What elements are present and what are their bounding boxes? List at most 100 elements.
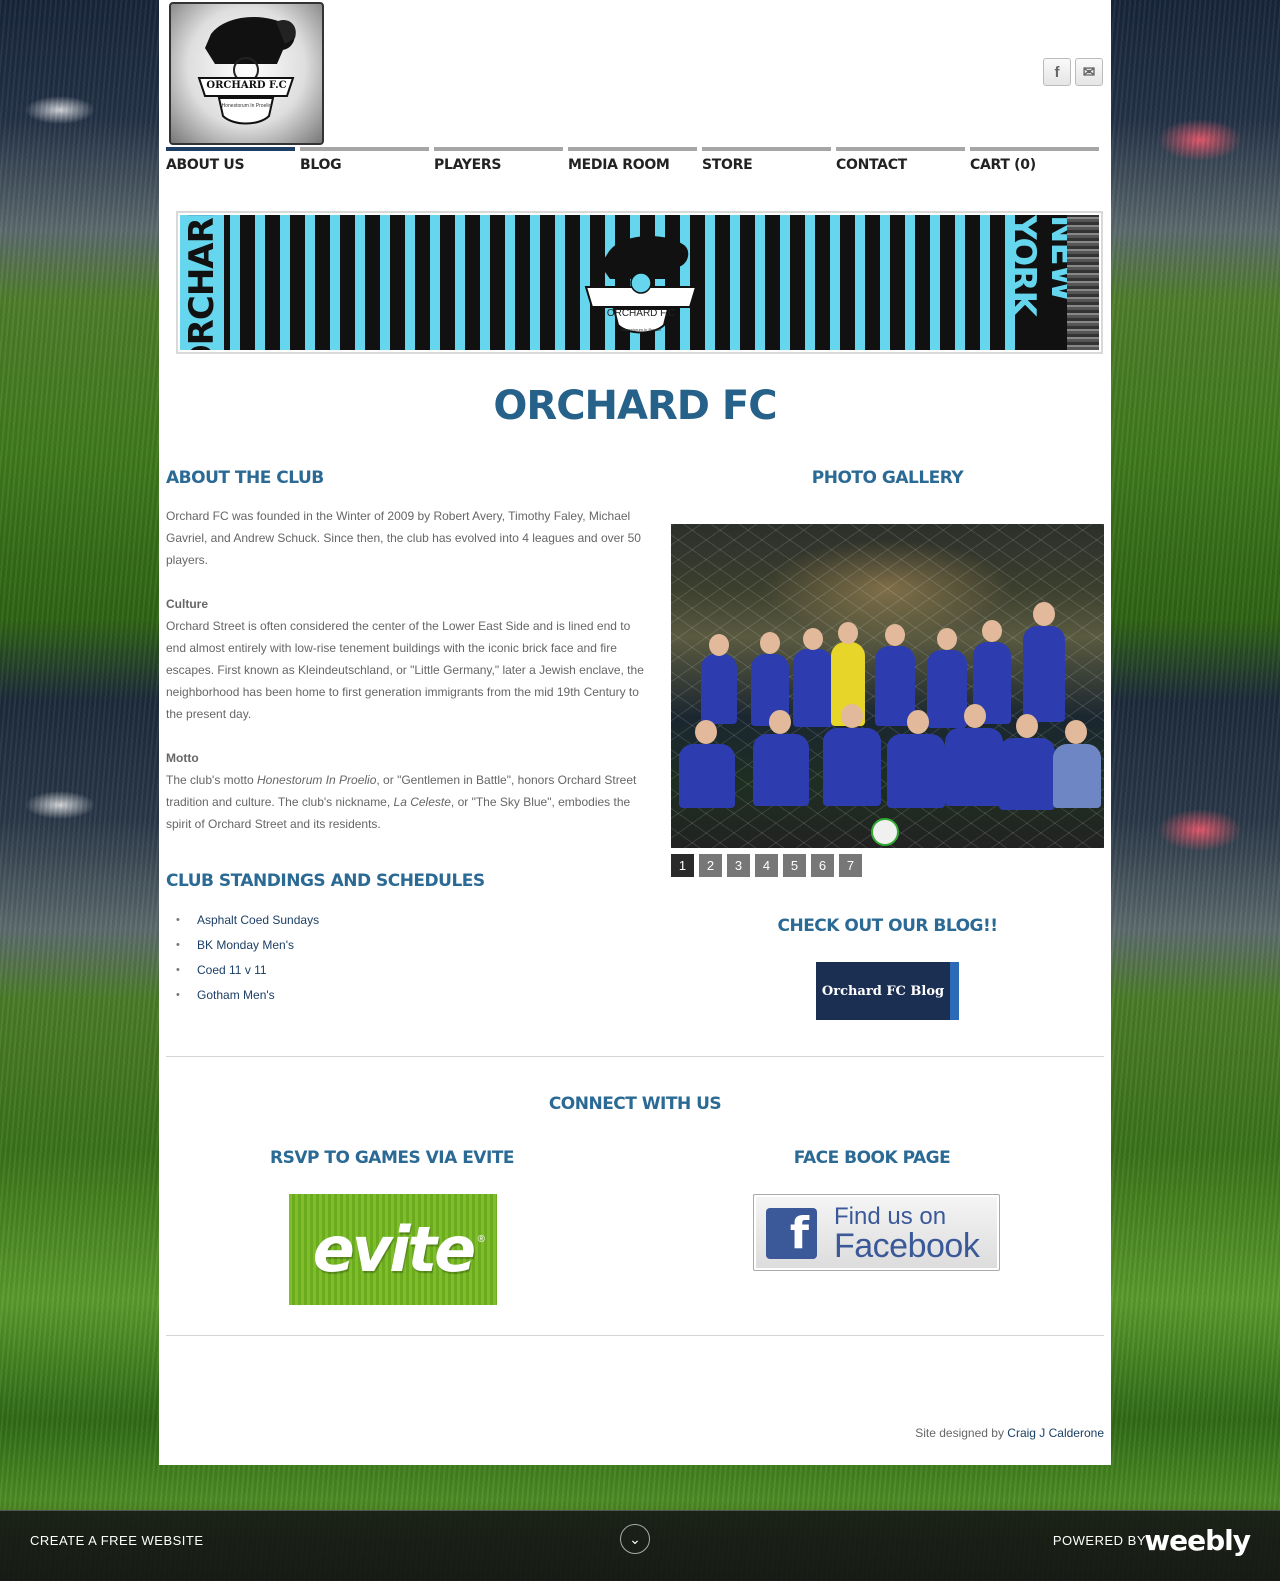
culture-text: Orchard Street is often considered the c…	[166, 619, 644, 721]
player-head	[885, 624, 905, 646]
player-figure	[887, 734, 945, 808]
nav-label: ABOUT US	[166, 157, 245, 173]
gallery-page-6[interactable]: 6	[811, 854, 834, 877]
powered-by-label: POWERED BY	[1052, 1533, 1146, 1548]
player-head	[1016, 714, 1038, 738]
gallery-page-4[interactable]: 4	[755, 854, 778, 877]
weebly-footer-bar: CREATE A FREE WEBSITE ⌄ POWERED BY weebl…	[0, 1510, 1280, 1581]
standings-link-asphalt[interactable]: Asphalt Coed Sundays	[176, 908, 319, 933]
blog-heading: CHECK OUT OUR BLOG!!	[777, 916, 998, 936]
gallery-heading: PHOTO GALLERY	[811, 468, 964, 488]
nav-label: PLAYERS	[434, 157, 502, 173]
player-figure	[823, 728, 881, 806]
player-figure	[701, 654, 737, 724]
motto-text-pre: The club's motto	[166, 773, 257, 787]
culture-paragraph: Culture Orchard Street is often consider…	[166, 593, 648, 725]
motto-paragraph: Motto The club's motto Honestorum In Pro…	[166, 747, 648, 835]
nav-contact[interactable]: CONTACT	[836, 147, 965, 174]
rsvp-heading: RSVP TO GAMES VIA EVITE	[270, 1148, 515, 1168]
player-figure	[679, 744, 735, 808]
crest-graphic	[197, 16, 296, 125]
nav-blog[interactable]: BLOG	[300, 147, 429, 174]
player-head	[838, 622, 858, 644]
gallery-page-5[interactable]: 5	[783, 854, 806, 877]
page-panel: ORCHARD F.C Honestorum In Proelio f ✉ AB…	[159, 0, 1111, 1465]
about-heading: ABOUT THE CLUB	[166, 468, 324, 488]
divider	[166, 1335, 1104, 1336]
divider	[166, 1056, 1104, 1057]
gallery-pager: 1 2 3 4 5 6 7	[671, 854, 862, 877]
culture-heading: Culture	[166, 597, 208, 611]
facebook-logo-icon: f	[766, 1208, 817, 1259]
player-figure	[1053, 744, 1101, 808]
mail-icon[interactable]: ✉	[1075, 58, 1103, 86]
gallery-page-2[interactable]: 2	[699, 854, 722, 877]
player-figure	[1023, 626, 1065, 722]
player-figure	[945, 728, 1003, 806]
banner-crest-motto: Honestorum In Proelio	[621, 327, 661, 332]
player-figure	[927, 650, 967, 728]
gallery-page-3[interactable]: 3	[727, 854, 750, 877]
standings-heading: CLUB STANDINGS AND SCHEDULES	[166, 871, 485, 891]
facebook-icon[interactable]: f	[1043, 58, 1071, 86]
nav-label: CART (0)	[970, 157, 1036, 173]
player-head	[769, 710, 791, 734]
player-head	[964, 704, 986, 728]
nav-label: CONTACT	[836, 157, 907, 173]
banner-left-panel: ORCHARD	[180, 215, 226, 350]
player-head	[907, 710, 929, 734]
player-figure	[793, 649, 833, 727]
banner-edge-texture	[1067, 215, 1099, 350]
page-title: ORCHARD FC	[493, 383, 777, 429]
facebook-badge[interactable]: f Find us on Facebook	[753, 1194, 1000, 1271]
motto-nickname: La Celeste	[393, 795, 451, 809]
banner-crest-graphic	[584, 235, 698, 334]
motto-latin: Honestorum In Proelio	[257, 773, 377, 787]
evite-logo-link[interactable]: evite ®	[289, 1194, 497, 1305]
credit-author-link[interactable]: Craig J Calderone	[1007, 1426, 1104, 1440]
player-head	[1033, 602, 1055, 626]
facebook-badge-line2: Facebook	[834, 1227, 980, 1265]
nav-cart[interactable]: CART (0)	[970, 147, 1099, 174]
site-logo[interactable]: ORCHARD F.C Honestorum In Proelio	[169, 2, 324, 145]
banner-right-panel: NEW YORK	[1003, 215, 1083, 350]
evite-logo-text: evite	[312, 1213, 476, 1286]
standings-list: Asphalt Coed Sundays BK Monday Men's Coe…	[176, 908, 319, 1008]
banner-stripes: ORCHARD ORCHARD F.C Honestorum In Proeli…	[180, 215, 1099, 350]
create-website-link[interactable]: CREATE A FREE WEBSITE	[30, 1533, 204, 1548]
ball-icon	[871, 818, 899, 846]
motto-heading: Motto	[166, 751, 199, 765]
nav-media-room[interactable]: MEDIA ROOM	[568, 147, 697, 174]
nav-players[interactable]: PLAYERS	[434, 147, 563, 174]
about-intro: Orchard FC was founded in the Winter of …	[166, 509, 641, 567]
gallery-page-7[interactable]: 7	[839, 854, 862, 877]
blog-button[interactable]: Orchard FC Blog	[816, 962, 959, 1020]
gallery-page-1[interactable]: 1	[671, 854, 694, 877]
player-head	[841, 704, 863, 728]
banner-crest: ORCHARD F.C Honestorum In Proelio	[580, 227, 702, 339]
about-body: Orchard FC was founded in the Winter of …	[166, 505, 648, 857]
chevron-down-icon[interactable]: ⌄	[620, 1524, 650, 1554]
nav-store[interactable]: STORE	[702, 147, 831, 174]
banner-crest-text: ORCHARD F.C	[606, 308, 676, 319]
standings-link-coed-11v11[interactable]: Coed 11 v 11	[176, 958, 319, 983]
main-nav: ABOUT US BLOG PLAYERS MEDIA ROOM STORE C…	[166, 147, 1099, 174]
social-icons: f ✉	[1043, 58, 1103, 86]
gallery-photo[interactable]	[671, 524, 1104, 848]
player-head	[937, 628, 957, 650]
logo-motto: Honestorum In Proelio	[221, 103, 272, 109]
weebly-logo[interactable]: weebly	[1144, 1524, 1251, 1557]
nav-about-us[interactable]: ABOUT US	[166, 147, 295, 174]
evite-registered-mark: ®	[477, 1234, 485, 1245]
connect-heading: CONNECT WITH US	[548, 1094, 722, 1114]
player-head	[695, 720, 717, 744]
player-figure	[753, 734, 809, 806]
credit-prefix: Site designed by	[915, 1426, 1008, 1440]
player-head	[709, 634, 729, 656]
nav-label: STORE	[702, 157, 753, 173]
standings-link-bk-monday[interactable]: BK Monday Men's	[176, 933, 319, 958]
facebook-heading: FACE BOOK PAGE	[793, 1148, 951, 1168]
site-credit: Site designed by Craig J Calderone	[915, 1426, 1104, 1440]
standings-link-gotham[interactable]: Gotham Men's	[176, 983, 319, 1008]
logo-text: ORCHARD F.C	[206, 80, 287, 91]
